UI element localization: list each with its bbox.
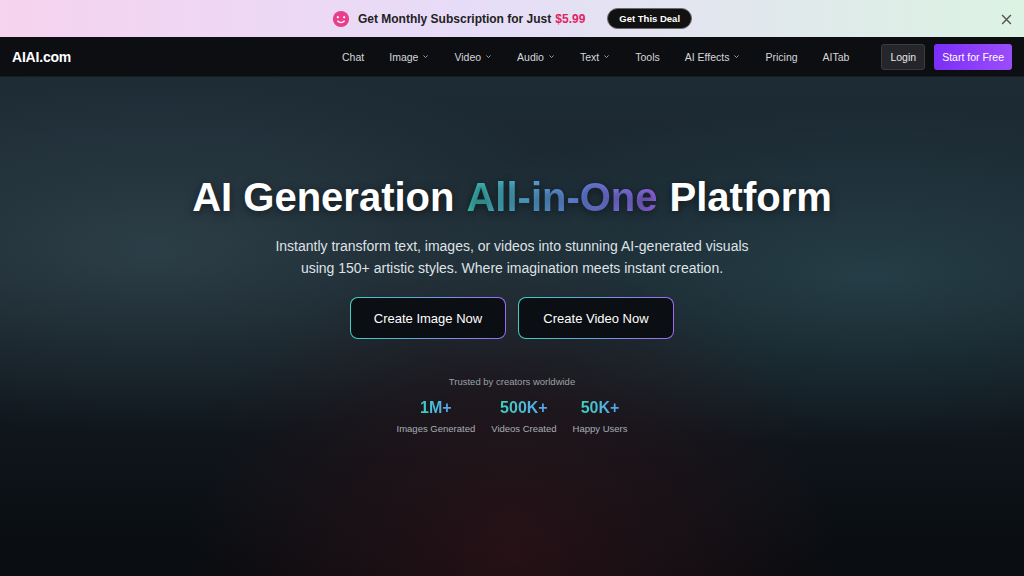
stat: 500K+ Videos Created — [491, 399, 556, 434]
chevron-down-icon — [548, 53, 555, 60]
chevron-down-icon — [603, 53, 610, 60]
promo-text: Get Monthly Subscription for Just$5.99 — [358, 12, 585, 26]
hero-subtitle: Instantly transform text, images, or vid… — [275, 238, 748, 276]
stat-label: Happy Users — [573, 423, 628, 434]
cta-button[interactable]: Create Image Now — [350, 297, 506, 339]
subtitle-line: Instantly transform text, images, or vid… — [275, 238, 748, 254]
deal-button[interactable]: Get This Deal — [607, 8, 692, 29]
cta-button[interactable]: Create Video Now — [518, 297, 674, 339]
stat-value: 500K+ — [500, 399, 548, 417]
heart-eyes-emoji-icon — [332, 10, 350, 28]
cta-row: Create Image Now Create Video Now — [350, 297, 674, 339]
stat: 50K+ Happy Users — [573, 399, 628, 434]
stat: 1M+ Images Generated — [397, 399, 476, 434]
stat-value: 50K+ — [581, 399, 620, 417]
nav-list: Chat Image Video Audio Text Tools AI Effects Pr… — [342, 51, 849, 63]
chevron-down-icon — [485, 53, 492, 60]
nav-item[interactable]: Tools — [635, 51, 660, 63]
nav-item[interactable]: Image — [389, 51, 429, 63]
nav-actions: Login Start for Free — [881, 44, 1012, 70]
promo-price: $5.99 — [555, 12, 585, 26]
hero: AI GenerationAll-in-OnePlatform Instantly… — [0, 77, 1024, 576]
hero-title: AI GenerationAll-in-OnePlatform — [192, 175, 832, 220]
close-icon — [1001, 14, 1012, 25]
nav-item[interactable]: Chat — [342, 51, 364, 63]
stat-label: Images Generated — [397, 423, 476, 434]
nav-item[interactable]: AI Effects — [685, 51, 741, 63]
nav-item[interactable]: Text — [580, 51, 610, 63]
trusted-text: Trusted by creators worldwide — [449, 376, 575, 387]
chevron-down-icon — [733, 53, 740, 60]
title-highlight: All-in-One — [466, 175, 657, 220]
nav-item[interactable]: Pricing — [765, 51, 797, 63]
subtitle-line: using 150+ artistic styles. Where imagin… — [301, 260, 723, 276]
stat-label: Videos Created — [491, 423, 556, 434]
nav-item[interactable]: Video — [454, 51, 492, 63]
promo-banner: Get Monthly Subscription for Just$5.99 Ge… — [0, 0, 1024, 37]
nav-bar: AIAI.com Chat Image Video Audio Text Tools AI E… — [0, 37, 1024, 77]
login-button[interactable]: Login — [881, 44, 925, 70]
stat-value: 1M+ — [420, 399, 452, 417]
logo[interactable]: AIAI.com — [12, 49, 71, 65]
chevron-down-icon — [422, 53, 429, 60]
page: Get Monthly Subscription for Just$5.99 Ge… — [0, 0, 1024, 576]
stats: 1M+Images Generated500K+Videos Created50… — [397, 399, 628, 434]
nav-item[interactable]: AITab — [823, 51, 850, 63]
start-button[interactable]: Start for Free — [934, 44, 1012, 70]
close-banner-button[interactable] — [998, 11, 1014, 27]
nav-item[interactable]: Audio — [517, 51, 555, 63]
